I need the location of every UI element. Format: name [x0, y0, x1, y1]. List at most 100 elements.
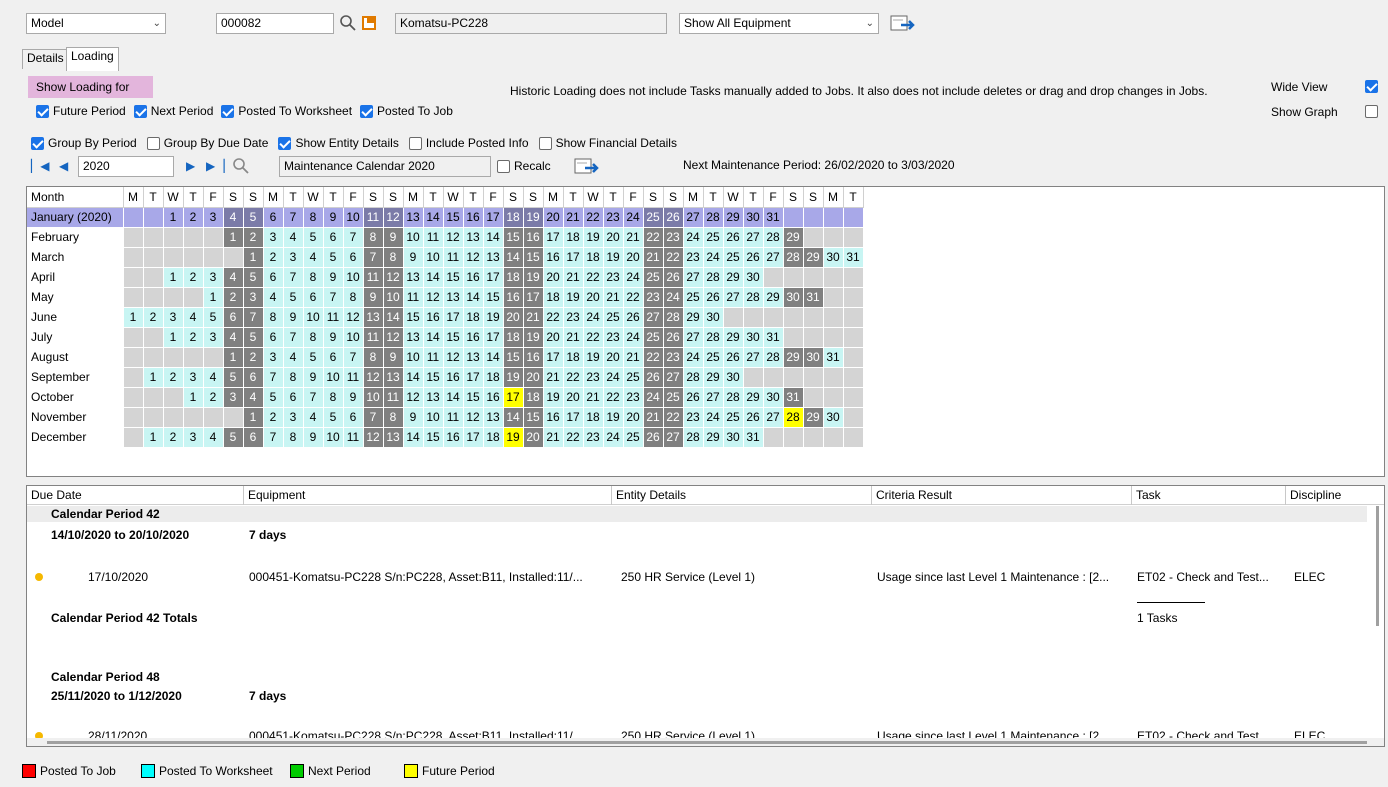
calendar-day-cell[interactable]: 13 [383, 427, 404, 448]
previous-year-icon[interactable]: ◀ [59, 159, 68, 173]
calendar-day-cell[interactable]: 22 [603, 387, 624, 408]
calendar-day-cell[interactable]: 14 [403, 427, 424, 448]
calendar-month-name[interactable]: December [27, 427, 124, 448]
calendar-day-cell[interactable]: 10 [363, 387, 384, 408]
calendar-day-cell[interactable]: 13 [383, 367, 404, 388]
calendar-day-cell[interactable]: 27 [663, 367, 684, 388]
show-graph-checkbox[interactable] [1365, 105, 1378, 121]
calendar-day-cell[interactable]: 3 [183, 367, 204, 388]
export-icon[interactable] [889, 14, 917, 36]
calendar-day-cell[interactable]: 20 [603, 227, 624, 248]
calendar-day-cell[interactable]: 27 [683, 207, 704, 228]
calendar-month-name[interactable]: November [27, 407, 124, 428]
calendar-day-cell[interactable]: 5 [283, 287, 304, 308]
calendar-day-cell[interactable]: 7 [303, 387, 324, 408]
calendar-day-cell[interactable]: 25 [603, 307, 624, 328]
calendar-month-name[interactable]: April [27, 267, 124, 288]
calendar-month-name[interactable]: October [27, 387, 124, 408]
calendar-day-cell[interactable]: 21 [563, 267, 584, 288]
calendar-day-cell[interactable]: 8 [303, 327, 324, 348]
calendar-day-cell[interactable]: 24 [623, 267, 644, 288]
calendar-day-cell[interactable]: 25 [683, 287, 704, 308]
calendar-day-cell[interactable]: 19 [583, 227, 604, 248]
calendar-day-cell[interactable]: 3 [163, 307, 184, 328]
row-discipline[interactable]: ELEC [1294, 570, 1325, 584]
calendar-day-cell[interactable]: 14 [383, 307, 404, 328]
calendar-day-cell[interactable]: 9 [323, 267, 344, 288]
calendar-day-cell[interactable]: 1 [223, 227, 244, 248]
calendar-day-cell[interactable]: 12 [403, 387, 424, 408]
calendar-day-cell[interactable]: 13 [463, 347, 484, 368]
calendar-day-cell[interactable]: 4 [283, 347, 304, 368]
calendar-day-cell[interactable]: 14 [423, 267, 444, 288]
calendar-day-cell[interactable]: 13 [363, 307, 384, 328]
calendar-day-cell[interactable]: 8 [363, 227, 384, 248]
calendar-day-cell[interactable]: 29 [703, 427, 724, 448]
calendar-day-cell[interactable]: 1 [163, 207, 184, 228]
calendar-day-cell[interactable]: 6 [243, 427, 264, 448]
calendar-day-cell[interactable]: 4 [243, 387, 264, 408]
calendar-day-cell[interactable]: 25 [623, 367, 644, 388]
calendar-day-cell[interactable]: 29 [803, 247, 824, 268]
calendar-day-cell[interactable]: 2 [263, 247, 284, 268]
calendar-day-cell[interactable]: 11 [363, 207, 384, 228]
calendar-day-cell[interactable]: 25 [623, 427, 644, 448]
calendar-day-cell[interactable]: 17 [463, 367, 484, 388]
calendar-day-cell[interactable]: 22 [583, 327, 604, 348]
calendar-day-cell[interactable]: 30 [803, 347, 824, 368]
calendar-day-cell[interactable]: 6 [223, 307, 244, 328]
calendar-day-cell[interactable]: 27 [703, 387, 724, 408]
calendar-day-cell[interactable]: 8 [303, 207, 324, 228]
search-icon[interactable] [339, 14, 357, 32]
calendar-day-cell[interactable]: 26 [703, 287, 724, 308]
calendar-day-cell[interactable]: 7 [283, 327, 304, 348]
calendar-day-cell[interactable]: 2 [183, 327, 204, 348]
calendar-day-cell[interactable]: 5 [303, 347, 324, 368]
calendar-day-cell[interactable]: 2 [183, 207, 204, 228]
calendar-day-cell[interactable]: 11 [443, 247, 464, 268]
calendar-day-cell[interactable]: 18 [583, 407, 604, 428]
calendar-day-cell[interactable]: 7 [263, 427, 284, 448]
calendar-day-cell[interactable]: 20 [543, 327, 564, 348]
calendar-day-cell[interactable]: 26 [643, 427, 664, 448]
calendar-day-cell[interactable]: 22 [543, 307, 564, 328]
calendar-day-cell[interactable]: 3 [263, 227, 284, 248]
calendar-day-cell[interactable]: 8 [323, 387, 344, 408]
calendar-day-cell[interactable]: 6 [243, 367, 264, 388]
tab-details[interactable]: Details [22, 49, 69, 69]
calendar-day-cell[interactable]: 10 [423, 407, 444, 428]
calendar-day-cell[interactable]: 23 [663, 227, 684, 248]
calendar-day-cell[interactable]: 23 [663, 347, 684, 368]
calendar-day-cell[interactable]: 16 [523, 227, 544, 248]
calendar-day-cell[interactable]: 22 [563, 367, 584, 388]
calendar-day-cell[interactable]: 14 [423, 327, 444, 348]
calendar-day-cell[interactable]: 2 [243, 347, 264, 368]
calendar-month-name[interactable]: May [27, 287, 124, 308]
year-input[interactable]: 2020 [78, 156, 174, 177]
calendar-day-cell[interactable]: 28 [683, 427, 704, 448]
calendar-day-cell[interactable]: 29 [723, 267, 744, 288]
calendar-day-cell[interactable]: 4 [203, 367, 224, 388]
calendar-day-cell[interactable]: 29 [723, 327, 744, 348]
calendar-day-cell[interactable]: 12 [383, 267, 404, 288]
calendar-day-cell[interactable]: 25 [663, 387, 684, 408]
calendar-day-cell[interactable]: 1 [143, 367, 164, 388]
calendar-day-cell[interactable]: 28 [783, 407, 804, 428]
calendar-day-cell[interactable]: 30 [743, 327, 764, 348]
calendar-day-cell[interactable]: 6 [343, 407, 364, 428]
calendar-day-cell[interactable]: 4 [223, 267, 244, 288]
calendar-day-cell[interactable]: 3 [243, 287, 264, 308]
calendar-day-cell[interactable]: 21 [543, 427, 564, 448]
calendar-day-cell[interactable]: 20 [523, 427, 544, 448]
show-entity-details-checkbox[interactable]: Show Entity Details [278, 136, 399, 150]
calendar-day-cell[interactable]: 20 [503, 307, 524, 328]
calendar-day-cell[interactable]: 25 [723, 407, 744, 428]
calendar-month-name[interactable]: February [27, 227, 124, 248]
calendar-day-cell[interactable]: 1 [183, 387, 204, 408]
calendar-day-cell[interactable]: 15 [423, 367, 444, 388]
calendar-day-cell[interactable]: 31 [743, 427, 764, 448]
calendar-day-cell[interactable]: 29 [763, 287, 784, 308]
calendar-day-cell[interactable]: 21 [643, 247, 664, 268]
calendar-day-cell[interactable]: 4 [223, 207, 244, 228]
calendar-day-cell[interactable]: 6 [303, 287, 324, 308]
